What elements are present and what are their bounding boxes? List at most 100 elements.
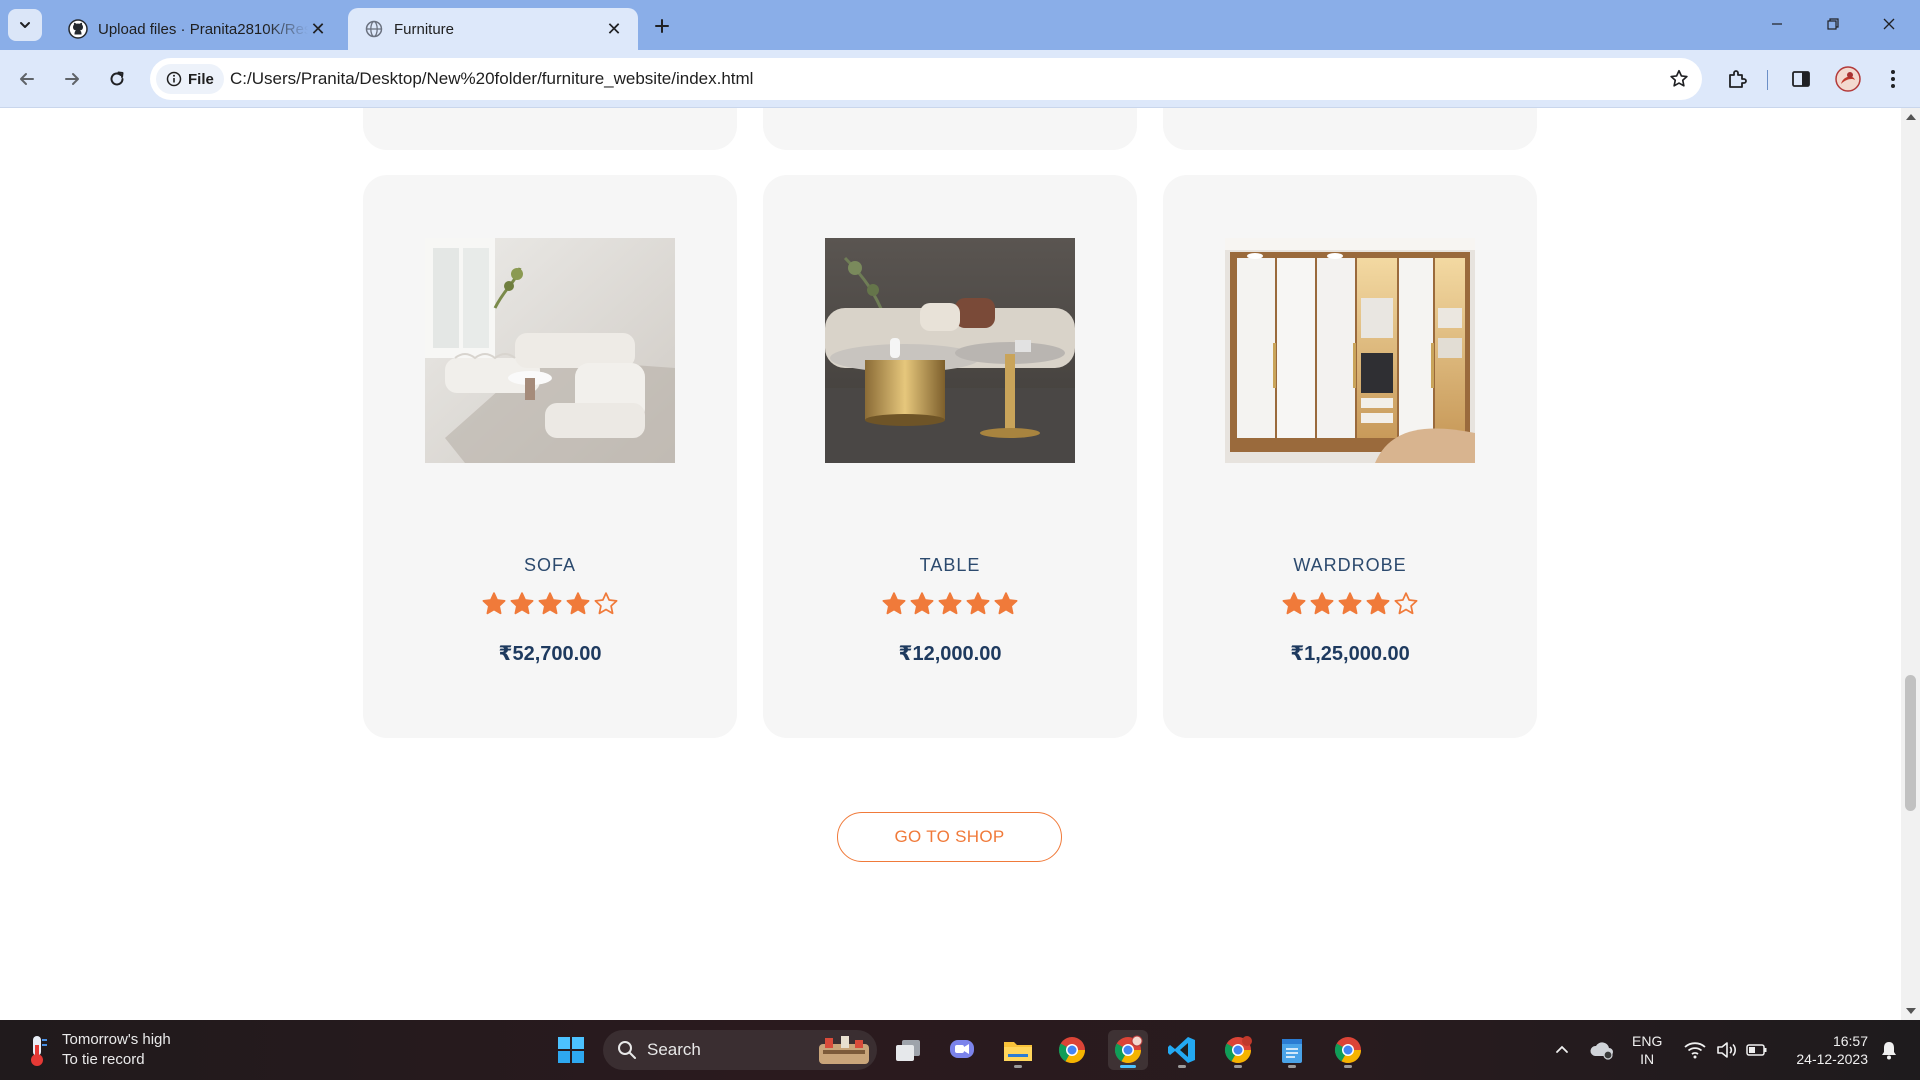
browser-toolbar: File C:/Users/Pranita/Desktop/New%20fold… xyxy=(0,50,1920,108)
search-highlight-icon xyxy=(819,1036,869,1064)
notepad-app-button[interactable] xyxy=(1272,1030,1312,1070)
go-to-shop-button[interactable]: GO TO SHOP xyxy=(837,812,1062,862)
reload-button[interactable] xyxy=(102,64,132,94)
product-price: ₹12,000.00 xyxy=(898,643,1002,665)
plus-icon xyxy=(655,19,669,33)
github-icon xyxy=(68,19,88,39)
windows-logo-icon xyxy=(558,1037,584,1063)
minimize-icon xyxy=(1772,23,1782,25)
chrome-third-button[interactable] xyxy=(1328,1030,1368,1070)
star-filled-icon xyxy=(910,592,934,615)
profile-avatar[interactable] xyxy=(1835,66,1861,92)
side-panel-button[interactable] xyxy=(1788,66,1814,92)
vscode-app-button[interactable] xyxy=(1162,1030,1202,1070)
chrome-app-button[interactable] xyxy=(1052,1030,1092,1070)
star-filled-icon xyxy=(938,592,962,615)
running-indicator xyxy=(1344,1065,1352,1068)
rating-stars xyxy=(763,591,1137,617)
chevron-down-icon xyxy=(20,22,30,28)
star-filled-icon xyxy=(1310,592,1334,615)
avatar-icon xyxy=(1835,66,1861,92)
tab-title: Furniture xyxy=(394,20,455,38)
back-button[interactable] xyxy=(12,64,42,94)
file-explorer-button[interactable] xyxy=(998,1030,1038,1070)
rating-stars xyxy=(1163,591,1537,617)
thermometer-icon xyxy=(31,1036,47,1066)
restore-button[interactable] xyxy=(1810,8,1856,40)
close-window-button[interactable] xyxy=(1866,8,1912,40)
weather-line-1: Tomorrow's high xyxy=(62,1031,171,1048)
running-indicator xyxy=(1288,1065,1296,1068)
url-text[interactable]: C:/Users/Pranita/Desktop/New%20folder/fu… xyxy=(230,69,753,89)
chrome-icon xyxy=(1058,1037,1086,1064)
chrome-profile-app-button[interactable] xyxy=(1108,1030,1148,1070)
forward-button[interactable] xyxy=(57,64,87,94)
bookmark-star-icon[interactable] xyxy=(1668,68,1690,90)
close-icon xyxy=(1883,18,1895,30)
star-filled-icon xyxy=(538,592,562,615)
new-tab-button[interactable] xyxy=(648,12,676,40)
close-icon[interactable]: ✕ xyxy=(308,19,328,39)
star-filled-icon xyxy=(510,592,534,615)
battery-button[interactable] xyxy=(1740,1030,1774,1070)
puzzle-icon xyxy=(1729,70,1747,88)
onedrive-button[interactable] xyxy=(1582,1030,1622,1070)
tab-search-button[interactable] xyxy=(8,9,42,41)
star-filled-icon xyxy=(994,592,1018,615)
chrome-second-profile-button[interactable] xyxy=(1218,1030,1258,1070)
star-filled-icon xyxy=(882,592,906,615)
close-icon[interactable]: ✕ xyxy=(604,19,624,39)
vscode-icon xyxy=(1168,1037,1195,1063)
star-outline-icon xyxy=(1394,592,1418,615)
search-icon xyxy=(618,1041,636,1059)
site-info-chip[interactable]: File xyxy=(156,64,224,94)
scroll-down-arrow-icon[interactable] xyxy=(1906,1008,1916,1014)
running-indicator xyxy=(1178,1065,1186,1068)
weather-widget[interactable]: Tomorrow's high To tie record xyxy=(24,1030,171,1070)
info-icon xyxy=(166,71,182,87)
star-outline-icon xyxy=(594,592,618,615)
folder-icon xyxy=(1004,1042,1032,1061)
product-card-table[interactable]: TABLE ₹12,000.00 xyxy=(763,175,1137,738)
input-language-indicator[interactable]: ENG IN xyxy=(1632,1032,1662,1068)
clock-date: 24-12-2023 xyxy=(1796,1051,1868,1067)
system-clock[interactable]: 16:57 24-12-2023 xyxy=(1782,1032,1868,1068)
scrollbar-thumb[interactable] xyxy=(1905,675,1916,811)
taskbar-search[interactable]: Search xyxy=(603,1030,877,1070)
chrome-icon xyxy=(1114,1035,1143,1064)
star-filled-icon xyxy=(966,592,990,615)
volume-button[interactable] xyxy=(1710,1030,1744,1070)
sofa-photo xyxy=(425,238,675,463)
product-price: ₹1,25,000.00 xyxy=(1290,643,1410,665)
show-hidden-icons-button[interactable] xyxy=(1542,1030,1582,1070)
start-button[interactable] xyxy=(551,1030,591,1070)
language-line-1: ENG xyxy=(1632,1033,1663,1049)
star-filled-icon xyxy=(482,592,506,615)
product-card-partial xyxy=(363,108,737,150)
wifi-button[interactable] xyxy=(1678,1030,1712,1070)
tab-upload-files[interactable]: Upload files · Pranita2810K/Res ✕ xyxy=(52,8,342,50)
running-indicator xyxy=(1014,1065,1022,1068)
running-indicator xyxy=(1234,1065,1242,1068)
address-bar[interactable]: File C:/Users/Pranita/Desktop/New%20fold… xyxy=(150,58,1702,100)
product-card-partial xyxy=(763,108,1137,150)
battery-icon xyxy=(1746,1044,1767,1056)
page-scrollbar[interactable] xyxy=(1901,108,1920,1020)
product-card-wardrobe[interactable]: WARDROBE ₹1,25,000.00 xyxy=(1163,175,1537,738)
teams-chat-button[interactable] xyxy=(942,1030,982,1070)
product-name: SOFA xyxy=(523,555,576,575)
search-label: Search xyxy=(647,1040,701,1059)
notifications-button[interactable] xyxy=(1872,1030,1906,1070)
cloud-icon xyxy=(1590,1042,1613,1060)
tab-furniture[interactable]: Furniture ✕ xyxy=(348,8,638,50)
more-vertical-icon xyxy=(1891,70,1895,88)
product-card-sofa[interactable]: SOFA ₹52,700.00 xyxy=(363,175,737,738)
scroll-up-arrow-icon[interactable] xyxy=(1906,114,1916,120)
extensions-button[interactable] xyxy=(1724,66,1750,92)
star-filled-icon xyxy=(1366,592,1390,615)
wifi-icon xyxy=(1684,1042,1706,1059)
volume-icon xyxy=(1717,1042,1736,1058)
minimize-button[interactable] xyxy=(1754,8,1800,40)
browser-menu-button[interactable] xyxy=(1880,66,1906,92)
task-view-button[interactable] xyxy=(888,1030,928,1070)
